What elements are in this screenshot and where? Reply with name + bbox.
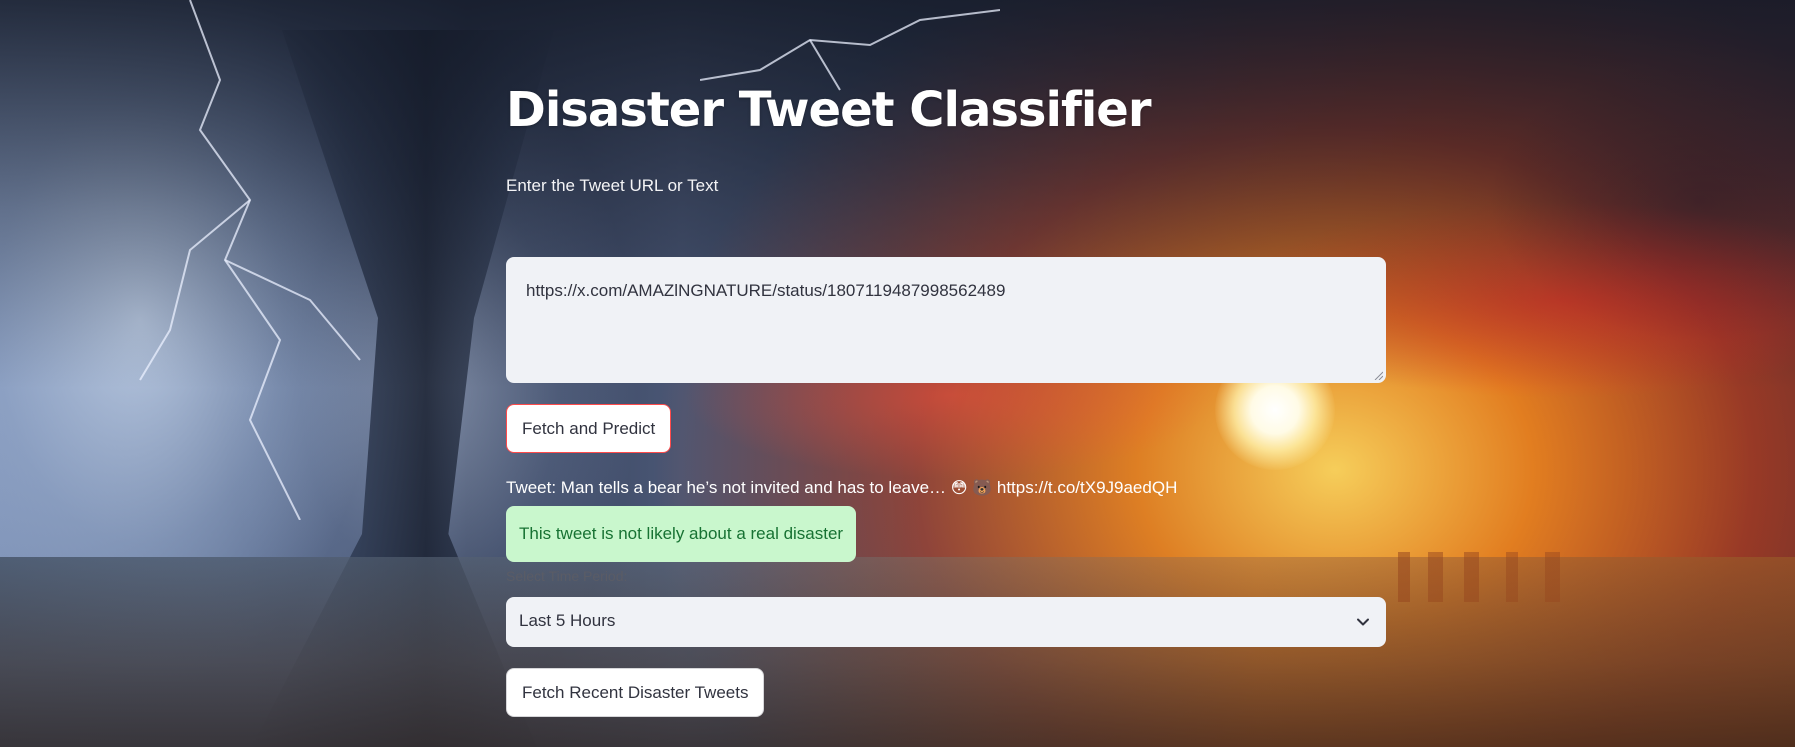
tweet-text-prefix: Tweet: Man tells a bear he’s not invited…: [506, 478, 951, 497]
lightning-graphic: [139, 0, 361, 520]
tweet-input[interactable]: https://x.com/AMAZlNGNATURE/status/18071…: [526, 281, 1356, 305]
tweet-link[interactable]: https://t.co/tX9J9aedQH: [997, 478, 1177, 497]
time-period-selected-value: Last 5 Hours: [519, 611, 616, 630]
resize-grip-icon[interactable]: [1373, 370, 1383, 380]
fetch-recent-disaster-tweets-button[interactable]: Fetch Recent Disaster Tweets: [506, 668, 765, 717]
time-period-label: Select Time Period:: [506, 568, 628, 584]
fetch-and-predict-button[interactable]: Fetch and Predict: [506, 404, 672, 453]
page-title: Disaster Tweet Classifier: [506, 82, 1152, 138]
tweet-text: Tweet: Man tells a bear he’s not invited…: [506, 478, 1177, 498]
chevron-down-icon: [1357, 618, 1369, 626]
city-silhouette: [1380, 552, 1680, 602]
bear-emoji: 🐻: [972, 480, 993, 497]
flushed-face-emoji: 😳: [950, 480, 968, 497]
prediction-success-alert: This tweet is not likely about a real di…: [506, 506, 857, 562]
time-period-select[interactable]: Last 5 Hours: [506, 597, 1386, 647]
tweet-input-container[interactable]: https://x.com/AMAZlNGNATURE/status/18071…: [506, 257, 1386, 383]
tweet-input-label: Enter the Tweet URL or Text: [506, 176, 719, 195]
